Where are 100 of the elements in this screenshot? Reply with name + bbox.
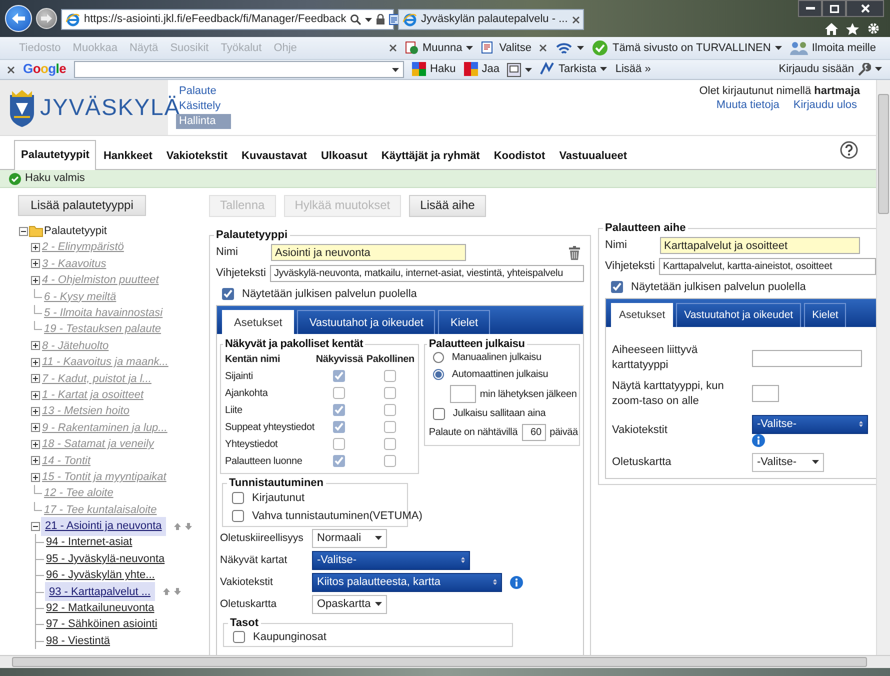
tab[interactable]: Ulkoasut: [314, 143, 374, 169]
checkbox[interactable]: [384, 438, 396, 450]
tab[interactable]: Kuvaustavat: [234, 143, 314, 169]
minimize-button[interactable]: [798, 0, 822, 17]
tree-item[interactable]: 95 - Jyväskylä-neuvonta: [45, 552, 166, 566]
select-field[interactable]: Normaali: [312, 528, 387, 548]
tree-item[interactable]: 97 - Sähköinen asiointi: [45, 617, 158, 632]
checkbox[interactable]: [384, 421, 396, 434]
security-button[interactable]: Tämä sivusto on TURVALLINEN: [592, 40, 782, 56]
expand-icon[interactable]: [31, 423, 40, 432]
expand-icon[interactable]: [31, 472, 40, 482]
expand-icon[interactable]: [31, 243, 40, 252]
checkbox[interactable]: [232, 510, 244, 522]
checkbox[interactable]: [384, 387, 396, 400]
user-link[interactable]: Muuta tietoja: [713, 98, 782, 114]
info-icon[interactable]: [752, 434, 765, 447]
checkbox[interactable]: [432, 408, 445, 420]
radio-button[interactable]: [432, 352, 444, 364]
close-icon[interactable]: [572, 16, 580, 24]
tree-item[interactable]: 92 - Matkailuneuvonta: [45, 601, 156, 616]
home-icon[interactable]: [825, 22, 838, 34]
report-button[interactable]: Ilmoita meille: [790, 40, 876, 56]
checkbox[interactable]: [384, 370, 396, 382]
checkbox[interactable]: [384, 455, 396, 468]
tab[interactable]: Hankkeet: [96, 143, 160, 169]
expand-icon[interactable]: [31, 440, 40, 449]
toolbar-button[interactable]: Haku: [412, 62, 456, 77]
up-arrow-icon[interactable]: [162, 588, 170, 596]
tab[interactable]: Kielet: [438, 310, 490, 334]
tab[interactable]: Vastuualueet: [552, 143, 634, 169]
toolbar-button[interactable]: Tarkista: [540, 62, 608, 77]
expand-icon[interactable]: [31, 358, 40, 367]
expand-icon[interactable]: [31, 390, 40, 400]
select-field[interactable]: -Valitse-: [752, 452, 824, 472]
close-icon[interactable]: [7, 66, 15, 74]
text-field[interactable]: [752, 385, 779, 402]
checkbox[interactable]: [611, 281, 623, 294]
checkbox[interactable]: [233, 631, 245, 644]
minutes-field[interactable]: [450, 385, 476, 404]
maximize-button[interactable]: [822, 0, 846, 17]
tab[interactable]: Vastuutahot ja oikeudet: [297, 310, 436, 334]
tree-item[interactable]: 21 - Asiointi ja neuvonta: [41, 516, 166, 536]
tree-item[interactable]: 94 - Internet-asiat: [45, 535, 134, 550]
page-icon[interactable]: [389, 14, 400, 25]
back-button[interactable]: [5, 5, 32, 32]
text-field[interactable]: [752, 350, 862, 367]
expand-icon[interactable]: [31, 456, 40, 466]
checkbox[interactable]: [384, 404, 396, 416]
tree-item[interactable]: 96 - Jyväskylän yhte...: [45, 568, 156, 583]
trash-icon[interactable]: [569, 246, 580, 260]
tab[interactable]: Asetukset: [611, 303, 674, 328]
close-button[interactable]: [846, 0, 884, 17]
close-icon[interactable]: [388, 44, 396, 52]
search-icon[interactable]: [350, 14, 362, 25]
browser-tab[interactable]: Jyväskylän palautepalvelu - ...: [398, 9, 584, 30]
tab[interactable]: Vakiotekstit: [159, 143, 235, 169]
select-field[interactable]: Kiitos palautteesta, kartta: [312, 572, 502, 592]
tree-item[interactable]: Palautetyypit: [43, 224, 108, 238]
expand-icon[interactable]: [31, 276, 40, 285]
caret-icon[interactable]: [365, 18, 372, 22]
tab[interactable]: Kielet: [804, 303, 846, 328]
expand-icon[interactable]: [31, 259, 40, 268]
checkbox[interactable]: [333, 387, 346, 400]
checkbox[interactable]: [333, 370, 346, 382]
hint-field[interactable]: Karttapalvelut, kartta-aineistot, osoitteet: [658, 258, 876, 275]
checkbox[interactable]: [232, 492, 244, 504]
vertical-scrollbar[interactable]: [876, 80, 890, 655]
settings-icon[interactable]: [867, 22, 880, 35]
tree-item[interactable]: 93 - Karttapalvelut ...: [45, 582, 154, 602]
tab[interactable]: Asetukset: [222, 310, 294, 334]
tab[interactable]: Koodistot: [486, 143, 552, 169]
collapse-icon[interactable]: [19, 226, 28, 236]
up-arrow-icon[interactable]: [174, 522, 181, 530]
collapse-icon[interactable]: [31, 522, 40, 531]
checkbox[interactable]: [333, 438, 346, 450]
toolbar-button[interactable]: Lisää »: [615, 62, 651, 77]
add-feedback-type-button[interactable]: Lisää palautetyyppi: [18, 195, 146, 216]
help-icon[interactable]: [840, 140, 858, 158]
toolbar-button[interactable]: Valitse: [481, 40, 532, 56]
forward-button[interactable]: [36, 8, 57, 29]
down-arrow-icon[interactable]: [174, 588, 180, 596]
select-field[interactable]: -Valitse-: [752, 414, 868, 434]
name-field[interactable]: Asiointi ja neuvonta: [271, 244, 466, 261]
sign-in-button[interactable]: Kirjaudu sisään: [778, 62, 882, 77]
days-field[interactable]: 60: [522, 424, 546, 442]
close-icon[interactable]: [539, 44, 548, 52]
name-field[interactable]: Karttapalvelut ja osoitteet: [660, 237, 860, 254]
user-link[interactable]: Kirjaudu ulos: [790, 98, 860, 114]
checkbox[interactable]: [222, 288, 234, 300]
checkbox[interactable]: [333, 404, 346, 416]
radio-button[interactable]: [432, 369, 444, 380]
search-field[interactable]: [74, 61, 404, 78]
expand-icon[interactable]: [31, 341, 40, 350]
down-arrow-icon[interactable]: [184, 522, 192, 530]
select-field[interactable]: -Valitse-: [312, 550, 470, 570]
expand-icon[interactable]: [31, 374, 40, 384]
action-button[interactable]: Lisää aihe: [409, 195, 486, 217]
checkbox[interactable]: [333, 421, 346, 434]
toolbar-button[interactable]: Muunna: [404, 40, 474, 56]
toolbar-button[interactable]: Jaa: [464, 62, 500, 77]
